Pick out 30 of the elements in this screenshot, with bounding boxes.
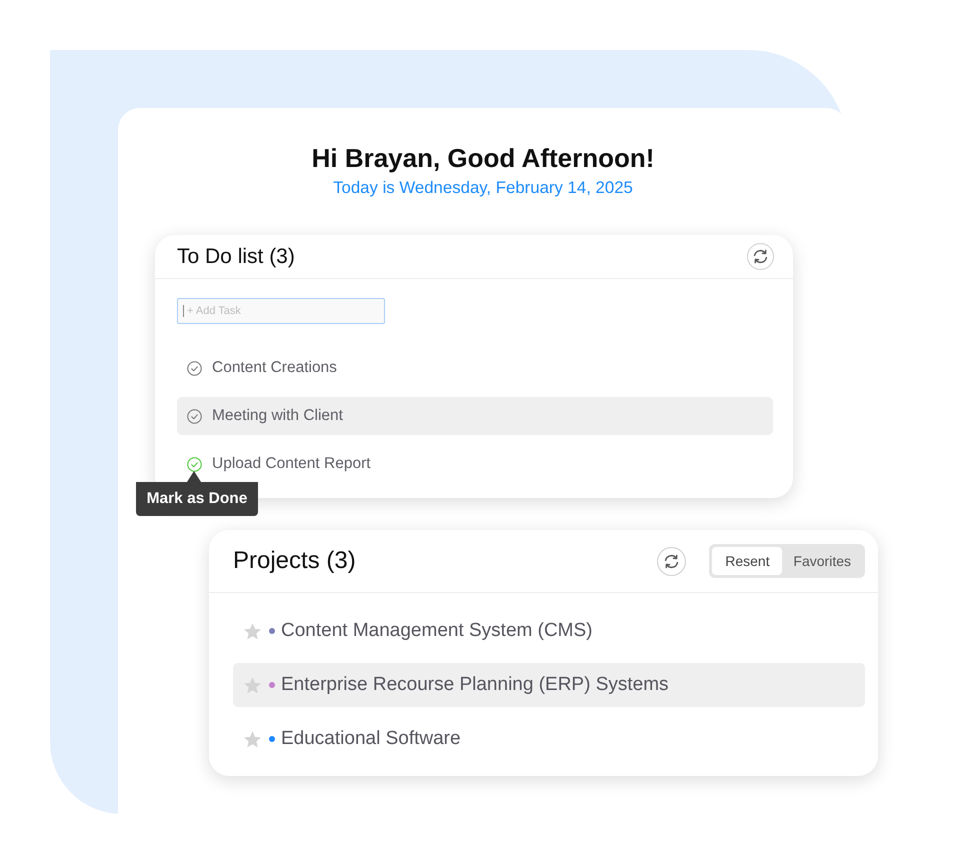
project-item[interactable]: Educational Software <box>233 717 865 761</box>
project-name: Content Management System (CMS) <box>281 620 593 642</box>
text-cursor-icon <box>183 305 184 317</box>
date-text: Today is Wednesday, February 14, 2025 <box>333 178 633 198</box>
projects-title: Projects (3) <box>233 547 357 575</box>
task-item[interactable]: Meeting with Client <box>177 397 773 435</box>
todo-title: To Do list (3) <box>177 244 295 268</box>
refresh-icon <box>664 554 680 568</box>
filter-tab[interactable]: Favorites <box>782 547 862 575</box>
project-name: Enterprise Recourse Planning (ERP) Systems <box>281 674 669 696</box>
filter-tab[interactable]: Resent <box>712 547 782 575</box>
project-item[interactable]: Content Management System (CMS) <box>233 609 865 653</box>
check-circle-icon[interactable] <box>187 456 202 472</box>
star-icon[interactable] <box>244 622 261 640</box>
tooltip: Mark as Done <box>136 471 258 516</box>
add-task-field[interactable]: + Add Task <box>177 298 385 324</box>
task-item[interactable]: Content Creations <box>177 349 773 387</box>
task-label: Meeting with Client <box>212 407 343 425</box>
project-item[interactable]: Enterprise Recourse Planning (ERP) Systems <box>233 663 865 707</box>
check-circle-icon[interactable] <box>187 408 202 424</box>
star-icon[interactable] <box>244 730 261 748</box>
greeting-title: Hi Brayan, Good Afternoon! <box>312 143 654 173</box>
refresh-icon <box>753 249 768 264</box>
task-label: Content Creations <box>212 359 337 377</box>
star-icon[interactable] <box>244 676 261 694</box>
task-label: Upload Content Report <box>212 455 371 473</box>
refresh-button[interactable] <box>747 243 774 270</box>
check-circle-icon[interactable] <box>187 360 202 376</box>
project-name: Educational Software <box>281 728 461 750</box>
refresh-button[interactable] <box>657 546 686 576</box>
